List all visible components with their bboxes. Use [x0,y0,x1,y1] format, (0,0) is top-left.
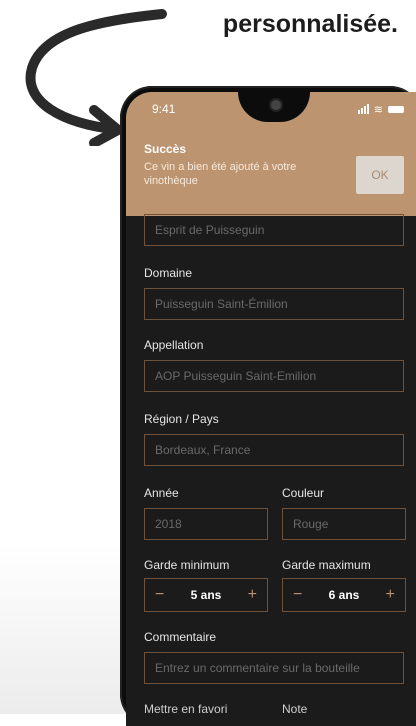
comment-label: Commentaire [144,630,217,644]
garde-min-increment-button[interactable]: + [248,586,257,604]
garde-max-value: 6 ans [328,588,360,602]
battery-icon [388,105,404,113]
garde-min-label: Garde minimum [144,558,230,572]
garde-max-stepper: − 6 ans + [282,578,406,612]
signal-icon [357,104,369,114]
toast-message: Ce vin a bien été ajouté à votre vinothè… [144,161,297,187]
system-icons: ≋ [357,103,404,116]
caption-text: personnalisée. [222,10,398,38]
status-time: 9:41 [152,102,176,116]
garde-max-label: Garde maximum [282,558,371,572]
garde-max-decrement-button[interactable]: − [293,586,302,604]
ok-button[interactable]: OK [356,156,404,194]
phone-screen: 9:41 ≋ Succès Ce vin a bien été ajouté à… [126,92,416,726]
domain-label: Domaine [144,266,193,280]
region-field[interactable]: Bordeaux, France [144,434,404,466]
garde-min-value: 5 ans [190,588,222,602]
toast-title: Succès [144,142,187,156]
garde-min-decrement-button[interactable]: − [155,586,164,604]
garde-max-increment-button[interactable]: + [386,586,395,604]
comment-field[interactable]: Entrez un commentaire sur la bouteille [144,652,404,684]
year-label: Année [144,486,179,500]
color-field[interactable]: Rouge [282,508,406,540]
camera-icon [269,98,283,112]
domain-field[interactable]: Puisseguin Saint-Émilion [144,288,404,320]
name-field[interactable]: Esprit de Puisseguin [144,214,404,246]
region-label: Région / Pays [144,412,219,426]
appellation-field[interactable]: AOP Puisseguin Saint-Emilion [144,360,404,392]
appellation-label: Appellation [144,338,204,352]
year-field[interactable]: 2018 [144,508,268,540]
color-label: Couleur [282,486,325,500]
garde-min-stepper: − 5 ans + [144,578,268,612]
phone-frame: 9:41 ≋ Succès Ce vin a bien été ajouté à… [120,86,416,726]
wifi-icon: ≋ [373,103,383,116]
